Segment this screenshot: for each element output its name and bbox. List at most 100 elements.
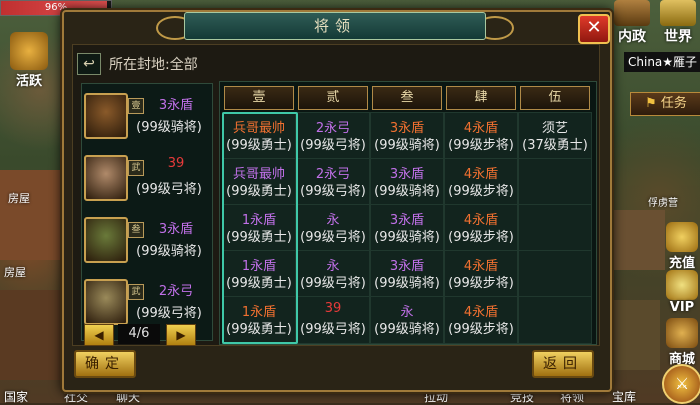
shop-icon [666,318,698,348]
domestic-icon [614,0,650,26]
formation-cell[interactable]: 4永盾 (99级步将) [444,296,518,344]
vip-button[interactable]: VIP [664,270,700,315]
formation-cell[interactable] [518,296,592,344]
map-building [0,170,60,260]
cell-level: (99级弓将) [300,322,366,337]
task-label: 任务 [660,96,687,111]
formation-cell[interactable]: 1永盾 (99级勇士) [222,296,296,344]
back-arrow-icon[interactable]: ↩ [77,53,101,75]
next-page-button[interactable]: ▶ [166,324,196,346]
cell-troop: 兵哥最帅 [232,121,285,136]
formation-cell[interactable]: 4永盾 (99级步将) [444,250,518,298]
column-header: 肆 [446,86,516,110]
formation-cell[interactable]: 3永盾 (99级骑将) [370,158,444,206]
formation-cell[interactable]: 兵哥最帅 (99级勇士) [222,158,296,206]
world-button[interactable]: 世界 [656,0,700,45]
cell-level: (99级步将) [448,138,514,153]
map-building [610,210,665,270]
general-level: (99级弓将) [136,182,202,197]
general-portrait[interactable] [84,217,128,263]
formation-grid: 兵哥最帅 (99级勇士) 2永弓 (99级弓将) 3永盾 (99级骑将) 4永盾 (99级步将… [219,81,597,345]
general-portrait[interactable] [84,279,128,325]
general-portrait[interactable] [84,93,128,139]
formation-cell[interactable] [518,158,592,206]
cell-level: (99级勇士) [226,184,292,199]
cell-level: (99级骑将) [374,184,440,199]
cell-level: (99级骑将) [374,138,440,153]
confirm-button[interactable]: 确定 [74,350,136,378]
cell-level: (99级步将) [448,276,514,291]
world-label: 世界 [664,29,692,45]
back-button[interactable]: 返回 [532,350,594,378]
coin-icon [666,222,698,252]
cell-troop: 兵哥最帅 [232,167,285,182]
recharge-button[interactable]: 充值 [664,222,700,271]
shop-button[interactable]: 商城 [664,318,700,367]
formation-cell[interactable]: 1永盾 (99级勇士) [222,250,296,298]
general-row[interactable]: 壹 3永盾 (99级骑将) [82,88,212,144]
domestic-label: 内政 [618,29,646,45]
active-button[interactable]: 活跃 [6,32,52,89]
cell-level: (99级骑将) [374,230,440,245]
formation-cell[interactable]: 2永弓 (99级弓将) [296,158,370,206]
map-label-house: 房屋 [4,266,26,279]
prev-page-button[interactable]: ◀ [84,324,114,346]
fief-filter[interactable]: 所在封地:全部 [109,54,198,74]
active-label: 活跃 [15,74,42,89]
cell-troop: 3永盾 [389,167,425,182]
vip-icon [666,270,698,300]
recharge-label: 充值 [668,256,695,271]
formation-cell[interactable]: 3永盾 (99级骑将) [370,204,444,252]
cell-troop: 39 [324,301,342,316]
top-right-menu: 内政 世界 [610,0,700,45]
cell-troop: 1永盾 [241,305,277,320]
bottom-nav-country[interactable]: 国家 [4,388,28,405]
formation-cell[interactable] [518,250,592,298]
formation-cell[interactable]: 3永盾 (99级骑将) [370,250,444,298]
cell-troop: 4永盾 [463,213,499,228]
formation-cell[interactable]: 2永弓 (99级弓将) [296,112,370,160]
cell-level: (99级勇士) [226,230,292,245]
cell-level: (37级勇士) [522,138,588,153]
close-button[interactable]: ✕ [578,14,610,44]
general-portrait[interactable] [84,155,128,201]
attack-icon[interactable]: ⚔ [662,364,700,404]
page-number: 4/6 [118,324,160,344]
cell-level: (99级弓将) [300,138,366,153]
domestic-button[interactable]: 内政 [610,0,654,45]
general-row[interactable]: 叁 3永盾 (99级骑将) [82,212,212,268]
task-button[interactable]: ⚑ 任务 [630,92,700,116]
cell-troop: 2永弓 [315,121,351,136]
formation-cell[interactable]: 39 (99级弓将) [296,296,370,344]
cell-troop: 4永盾 [463,305,499,320]
formation-cell[interactable]: 永 (99级弓将) [296,250,370,298]
formation-cell[interactable]: 4永盾 (99级步将) [444,204,518,252]
formation-cell[interactable]: 须艺 (37级勇士) [518,112,592,160]
formation-cell[interactable]: 4永盾 (99级步将) [444,158,518,206]
column-header: 壹 [224,86,294,110]
formation-cell[interactable]: 永 (99级骑将) [370,296,444,344]
cell-troop: 1永盾 [241,213,277,228]
cell-level: (99级步将) [448,184,514,199]
cell-level: (99级弓将) [300,276,366,291]
column-header: 伍 [520,86,590,110]
map-building [610,300,660,370]
cell-troop [519,301,591,318]
formation-cell[interactable]: 永 (99级弓将) [296,204,370,252]
general-level: (99级骑将) [136,244,202,259]
map-label-house: 房屋 [8,192,30,205]
cell-troop: 须艺 [541,121,568,136]
formation-cell[interactable]: 1永盾 (99级勇士) [222,204,296,252]
general-row[interactable]: 武 39 (99级弓将) [82,150,212,206]
active-icon [10,32,48,70]
bottom-nav-treasury[interactable]: 宝库 [612,388,636,405]
formation-cell[interactable]: 3永盾 (99级骑将) [370,112,444,160]
formation-cell[interactable] [518,204,592,252]
general-row[interactable]: 武 2永弓 (99级弓将) [82,274,212,330]
formation-cell[interactable]: 兵哥最帅 (99级勇士) [222,112,296,160]
formation-cell[interactable]: 4永盾 (99级步将) [444,112,518,160]
cell-troop: 4永盾 [463,167,499,182]
general-level: (99级骑将) [136,120,202,135]
general-troop: 39 [167,156,185,171]
column-header: 叁 [372,86,442,110]
